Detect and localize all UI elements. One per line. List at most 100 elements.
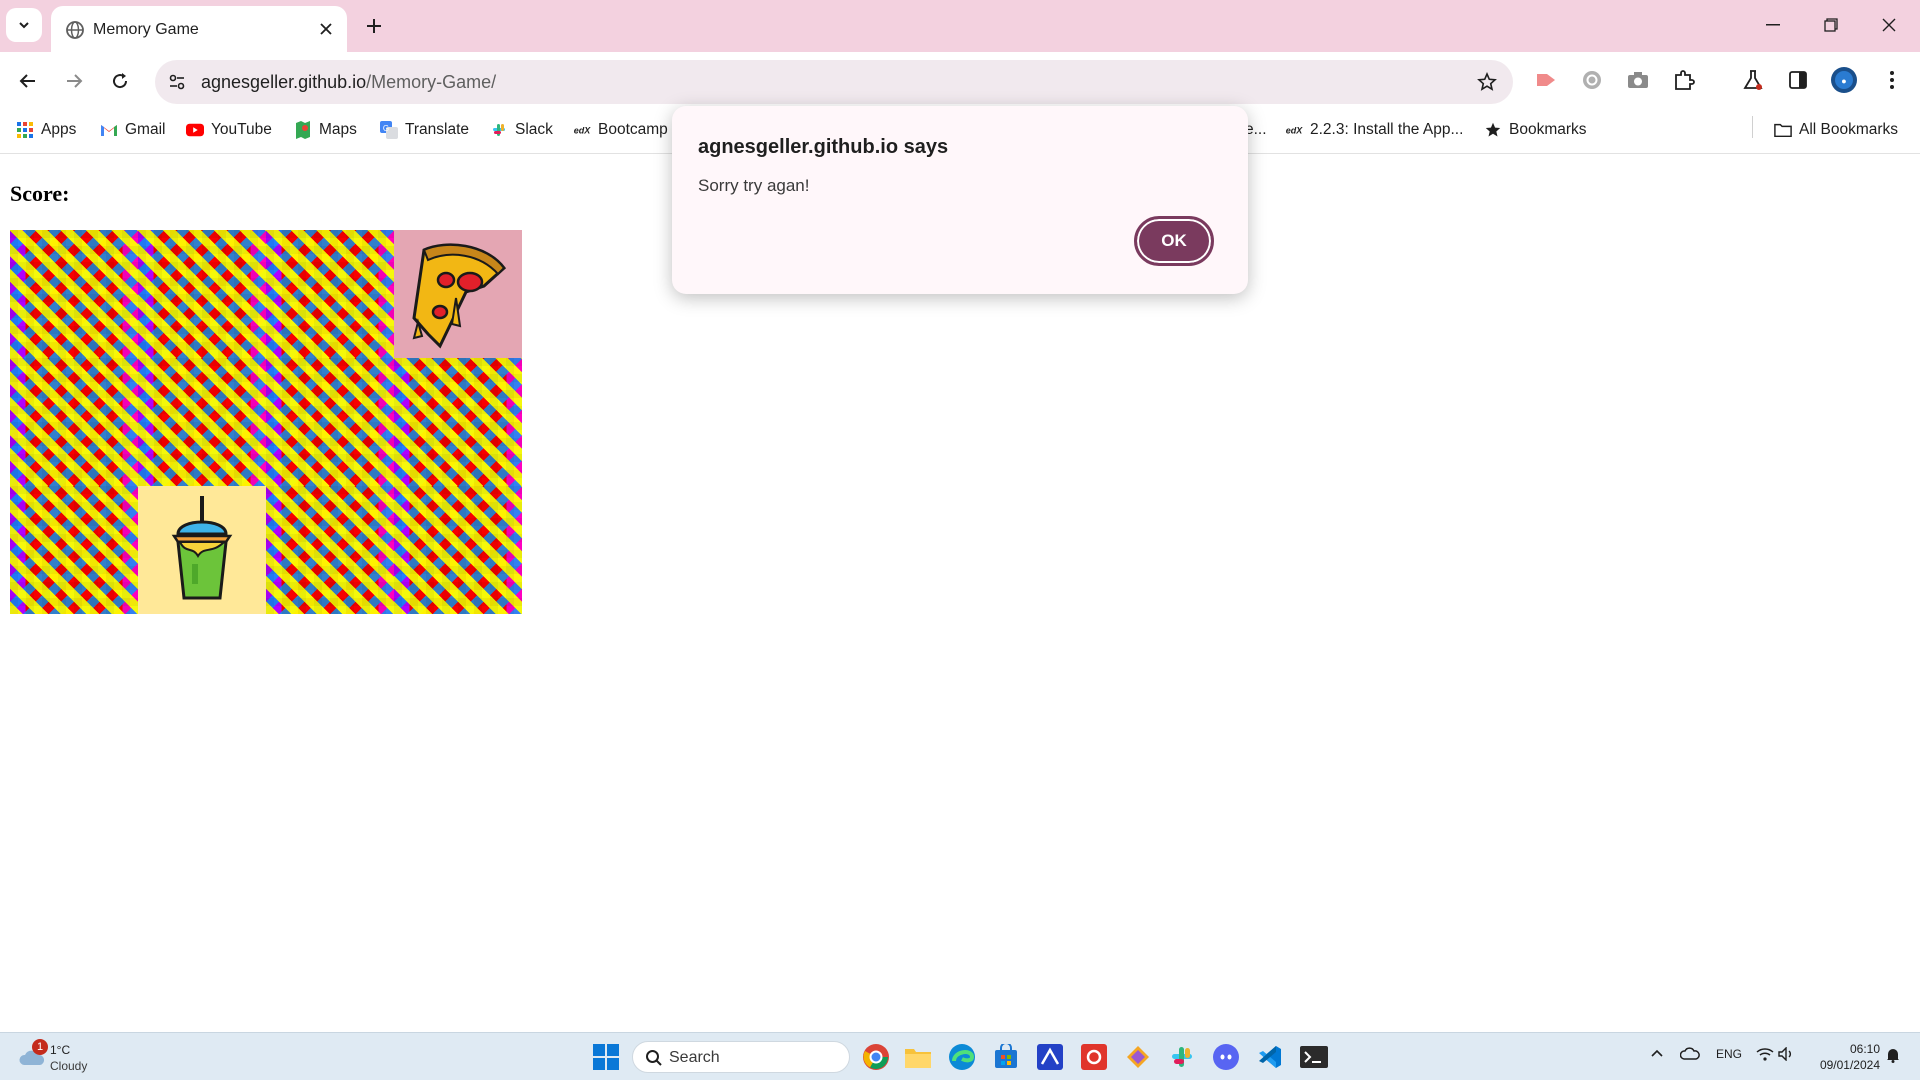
star-icon: [1484, 121, 1502, 139]
windows-taskbar: 1 1°C Cloudy Search ENG 06:10 09/01/2024: [0, 1032, 1920, 1080]
svg-text:●: ●: [1841, 76, 1846, 86]
apps-grid-icon: [16, 121, 34, 139]
maps-icon: [294, 121, 312, 139]
restore-icon[interactable]: [1802, 6, 1860, 44]
globe-icon: [66, 21, 84, 39]
card-back[interactable]: [10, 358, 138, 486]
bookmark-label: e...: [1245, 121, 1267, 138]
taskbar-search[interactable]: Search: [632, 1041, 850, 1073]
card-back[interactable]: [266, 358, 394, 486]
pizza-icon: [412, 243, 507, 349]
bookmark-label: YouTube: [211, 121, 272, 138]
labs-flask-icon[interactable]: [1739, 66, 1767, 94]
bookmark-label: 2.2.3: Install the App...: [1310, 121, 1464, 138]
onedrive-cloud-icon[interactable]: [1679, 1047, 1700, 1064]
weather-condition: Cloudy: [50, 1059, 88, 1073]
bookmark-gmail[interactable]: Gmail: [100, 118, 165, 142]
window-close-icon[interactable]: [1860, 6, 1918, 44]
browser-toolbar: agnesgeller.github.io/Memory-Game/ ●: [0, 52, 1920, 108]
all-bookmarks-button[interactable]: All Bookmarks: [1774, 118, 1898, 142]
dialog-title: agnesgeller.github.io says: [698, 136, 949, 158]
tab-search-button[interactable]: [6, 8, 42, 42]
cast-extension-icon[interactable]: [1532, 66, 1560, 94]
edx-icon: edX: [573, 121, 591, 139]
wifi-icon[interactable]: [1756, 1047, 1774, 1064]
weather-widget[interactable]: 1 1°C Cloudy: [18, 1039, 138, 1075]
svg-text:edX: edX: [574, 126, 591, 136]
memory-grid: [10, 230, 522, 614]
card-pizza[interactable]: [394, 230, 522, 358]
bookmarks-divider: [1752, 116, 1753, 138]
bookmark-slack[interactable]: Slack: [490, 118, 553, 142]
forward-arrow-icon[interactable]: [57, 64, 91, 98]
bookmark-apps[interactable]: Apps: [16, 118, 76, 142]
chevron-up-icon[interactable]: [1650, 1047, 1664, 1061]
app-blue-icon[interactable]: [1034, 1041, 1066, 1073]
bookmark-translate[interactable]: G Translate: [380, 118, 469, 142]
grammarly-icon[interactable]: [1578, 66, 1606, 94]
slack-icon: [490, 121, 508, 139]
file-explorer-icon[interactable]: [902, 1041, 934, 1073]
slushie-drink-icon: [171, 496, 233, 600]
volume-icon[interactable]: [1778, 1046, 1794, 1064]
card-back[interactable]: [266, 486, 394, 614]
gmail-icon: [100, 121, 118, 139]
bookmark-label: Apps: [41, 121, 77, 138]
language-indicator[interactable]: ENG: [1716, 1047, 1742, 1061]
card-back[interactable]: [138, 358, 266, 486]
card-back[interactable]: [394, 358, 522, 486]
weather-temp: 1°C: [50, 1043, 71, 1057]
notification-badge: 1: [32, 1039, 48, 1055]
discord-icon[interactable]: [1210, 1041, 1242, 1073]
card-back[interactable]: [266, 230, 394, 358]
bookmark-star-icon[interactable]: [1475, 70, 1499, 94]
address-bar[interactable]: agnesgeller.github.io/Memory-Game/: [155, 60, 1513, 104]
youtube-icon: [186, 121, 204, 139]
bookmark-label: Translate: [405, 121, 470, 138]
camera-icon[interactable]: [1624, 66, 1652, 94]
bookmark-label: Slack: [515, 121, 553, 138]
new-tab-icon[interactable]: [360, 12, 388, 40]
store-icon[interactable]: [990, 1041, 1022, 1073]
edge-icon[interactable]: [946, 1041, 978, 1073]
bookmark-bootcamp[interactable]: edX Bootcamp: [573, 118, 668, 142]
card-back[interactable]: [10, 486, 138, 614]
edx-icon: edX: [1285, 121, 1303, 139]
score-label: Score:: [10, 181, 70, 206]
url-host: agnesgeller.github.io: [201, 72, 367, 92]
url-text: agnesgeller.github.io/Memory-Game/: [201, 72, 496, 93]
bookmark-maps[interactable]: Maps: [294, 118, 357, 142]
bookmark-youtube[interactable]: YouTube: [186, 118, 272, 142]
card-back[interactable]: [138, 230, 266, 358]
profile-avatar[interactable]: ●: [1830, 66, 1858, 94]
minimize-icon[interactable]: [1744, 6, 1802, 44]
clock[interactable]: 06:10 09/01/2024: [1808, 1041, 1880, 1073]
side-panel-icon[interactable]: [1784, 66, 1812, 94]
reload-icon[interactable]: [103, 64, 137, 98]
back-arrow-icon[interactable]: [11, 64, 45, 98]
bookmark-bookmarks[interactable]: Bookmarks: [1484, 118, 1587, 142]
extensions-puzzle-icon[interactable]: [1670, 66, 1698, 94]
card-back[interactable]: [10, 230, 138, 358]
windows-start-icon[interactable]: [592, 1043, 620, 1071]
card-drink[interactable]: [138, 486, 266, 614]
tab-close-icon[interactable]: [315, 18, 337, 40]
svg-text:edX: edX: [1286, 126, 1303, 136]
bookmark-install-app[interactable]: edX 2.2.3: Install the App...: [1285, 118, 1464, 142]
tab-strip: Memory Game: [0, 0, 1920, 52]
slack-taskbar-icon[interactable]: [1166, 1041, 1198, 1073]
ok-button[interactable]: OK: [1134, 216, 1214, 266]
site-info-icon[interactable]: [165, 70, 189, 94]
chrome-icon[interactable]: [860, 1041, 892, 1073]
card-back[interactable]: [394, 486, 522, 614]
bookmark-truncated[interactable]: e...: [1245, 118, 1267, 142]
terminal-icon[interactable]: [1298, 1041, 1330, 1073]
notification-bell-icon[interactable]: [1886, 1047, 1900, 1066]
tab-memory-game[interactable]: Memory Game: [51, 6, 347, 52]
app-red-icon[interactable]: [1078, 1041, 1110, 1073]
app-colorful-icon[interactable]: [1122, 1041, 1154, 1073]
vscode-icon[interactable]: [1254, 1041, 1286, 1073]
folder-icon: [1774, 121, 1792, 139]
bookmark-label: Bookmarks: [1509, 121, 1587, 138]
kebab-menu-icon[interactable]: [1878, 66, 1906, 94]
